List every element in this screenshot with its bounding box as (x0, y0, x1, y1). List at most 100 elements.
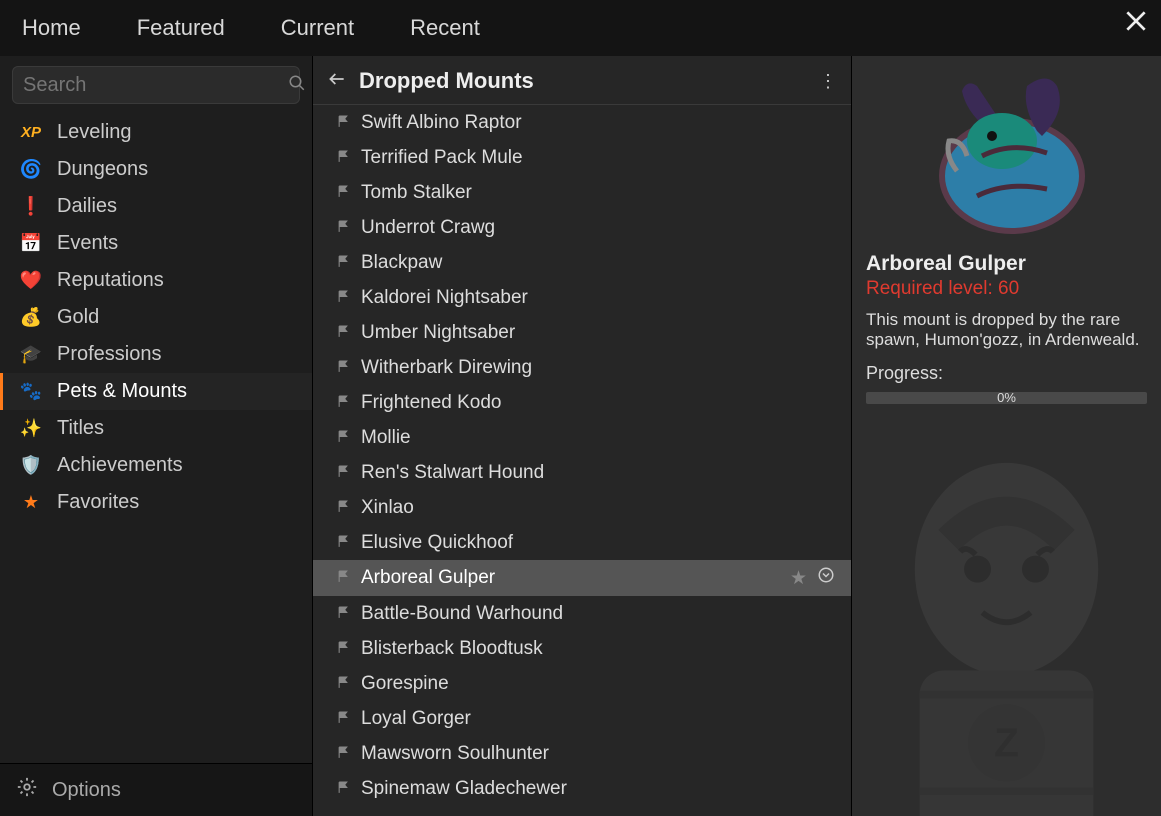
search-input-wrap[interactable] (12, 66, 300, 104)
mount-row[interactable]: Umber Nightsaber (313, 315, 851, 350)
sidebar-item-leveling[interactable]: XPLeveling (0, 114, 312, 151)
progress-label: Progress: (866, 363, 1147, 384)
rep-icon: ❤️ (19, 270, 43, 291)
sidebar-item-label: Favorites (57, 491, 139, 514)
mount-row[interactable]: Witherbark Direwing (313, 350, 851, 385)
flag-icon (337, 395, 351, 411)
sidebar-item-titles[interactable]: ✨Titles (0, 410, 312, 447)
sidebar-item-reputations[interactable]: ❤️ Reputations (0, 262, 312, 299)
dungeon-icon: 🌀 (19, 159, 43, 180)
mount-label: Blisterback Bloodtusk (361, 638, 835, 660)
mount-row[interactable]: Tomb Stalker (313, 175, 851, 210)
flag-icon (337, 606, 351, 622)
mount-label: Mollie (361, 427, 835, 449)
sidebar-item-dailies[interactable]: ❗Dailies (0, 188, 312, 225)
flag-icon (337, 115, 351, 131)
sidebar-item-label: Pets & Mounts (57, 380, 187, 403)
sidebar-item-label: Dailies (57, 195, 117, 218)
mount-label: Arboreal Gulper (361, 567, 780, 589)
flag-icon (337, 465, 351, 481)
gear-icon (16, 776, 38, 804)
tab-recent[interactable]: Recent (410, 15, 480, 41)
mount-row[interactable]: Kaldorei Nightsaber (313, 280, 851, 315)
required-level: Required level: 60 (866, 278, 1147, 300)
flag-icon (337, 185, 351, 201)
flag-icon (337, 711, 351, 727)
arrow-left-icon (327, 69, 347, 89)
mount-row[interactable]: Blisterback Bloodtusk (313, 631, 851, 666)
sidebar-item-professions[interactable]: 🎓Professions (0, 336, 312, 373)
mount-list[interactable]: Swift Albino RaptorTerrified Pack MuleTo… (313, 105, 851, 816)
mount-row[interactable]: Gorespine (313, 666, 851, 701)
mount-label: Battle-Bound Warhound (361, 603, 835, 625)
tab-home[interactable]: Home (22, 15, 81, 41)
flag-icon (337, 641, 351, 657)
mount-label: Underrot Crawg (361, 217, 835, 239)
sidebar-item-achievements[interactable]: 🛡️Achievements (0, 447, 312, 484)
options-label: Options (52, 779, 121, 802)
flag-icon (337, 430, 351, 446)
prof-icon: 🎓 (19, 344, 43, 365)
progress-bar: 0% (866, 392, 1147, 404)
gold-icon: 💰 (19, 307, 43, 328)
mount-row[interactable]: Mawsworn Soulhunter (313, 736, 851, 771)
mount-label: Blackpaw (361, 252, 835, 274)
pets-icon: 🐾 (19, 381, 43, 402)
mount-label: Umber Nightsaber (361, 322, 835, 344)
mount-row[interactable]: Blackpaw (313, 245, 851, 280)
flag-icon (337, 220, 351, 236)
mount-portrait (852, 56, 1161, 246)
more-menu-button[interactable]: ⋮ (819, 71, 837, 92)
close-button[interactable] (1123, 8, 1149, 39)
sidebar: XPLeveling 🌀 Dungeons ❗Dailies 📅 Events ❤️ Repu… (0, 56, 313, 816)
sidebar-item-favorites[interactable]: ★Favorites (0, 484, 312, 521)
flag-icon (337, 500, 351, 516)
mount-row[interactable]: Frightened Kodo (313, 385, 851, 420)
sidebar-item-events[interactable]: 📅 Events (0, 225, 312, 262)
mount-label: Witherbark Direwing (361, 357, 835, 379)
sidebar-item-label: Reputations (57, 269, 164, 292)
mount-row[interactable]: Mollie (313, 420, 851, 455)
sidebar-item-gold[interactable]: 💰 Gold (0, 299, 312, 336)
svg-text:Z: Z (994, 719, 1019, 765)
mount-row[interactable]: Loyal Gorger (313, 701, 851, 736)
xp-icon: XP (19, 124, 43, 141)
sidebar-item-label: Dungeons (57, 158, 148, 181)
search-input[interactable] (23, 74, 288, 97)
favorite-star-icon[interactable]: ★ (790, 567, 807, 590)
sidebar-nav: XPLeveling 🌀 Dungeons ❗Dailies 📅 Events ❤️ Repu… (0, 110, 312, 763)
mount-label: Loyal Gorger (361, 708, 835, 730)
back-button[interactable] (327, 69, 347, 94)
middle-panel: Dropped Mounts ⋮ Swift Albino RaptorTerr… (313, 56, 852, 816)
detail-description: This mount is dropped by the rare spawn,… (866, 310, 1147, 351)
event-icon: 📅 (19, 233, 43, 254)
mount-row[interactable]: Spinemaw Gladechewer (313, 771, 851, 806)
sidebar-item-label: Events (57, 232, 118, 255)
tab-current[interactable]: Current (281, 15, 354, 41)
mount-label: Kaldorei Nightsaber (361, 287, 835, 309)
flag-icon (337, 781, 351, 797)
mount-row[interactable]: Terrified Pack Mule (313, 140, 851, 175)
tab-featured[interactable]: Featured (137, 15, 225, 41)
mount-row[interactable]: Underrot Crawg (313, 210, 851, 245)
sidebar-item-pets-mounts[interactable]: 🐾 Pets & Mounts (0, 373, 312, 410)
flag-icon (337, 255, 351, 271)
flag-icon (337, 360, 351, 376)
options-button[interactable]: Options (0, 763, 312, 816)
mount-row[interactable]: Arboreal Gulper ★ (313, 560, 851, 596)
mount-label: Mawsworn Soulhunter (361, 743, 835, 765)
mount-row[interactable]: Ren's Stalwart Hound (313, 455, 851, 490)
mount-row[interactable]: Swift Albino Raptor (313, 105, 851, 140)
sidebar-item-dungeons[interactable]: 🌀 Dungeons (0, 151, 312, 188)
sidebar-item-label: Gold (57, 306, 99, 329)
mount-image (907, 61, 1107, 241)
check-circle-icon[interactable] (817, 566, 835, 590)
mount-row[interactable]: Xinlao (313, 490, 851, 525)
mount-row[interactable]: Elusive Quickhoof (313, 525, 851, 560)
mount-label: Spinemaw Gladechewer (361, 778, 835, 800)
mount-label: Elusive Quickhoof (361, 532, 835, 554)
sidebar-item-label: Achievements (57, 454, 183, 477)
mount-row[interactable]: Battle-Bound Warhound (313, 596, 851, 631)
flag-icon (337, 535, 351, 551)
close-icon (1123, 8, 1149, 34)
